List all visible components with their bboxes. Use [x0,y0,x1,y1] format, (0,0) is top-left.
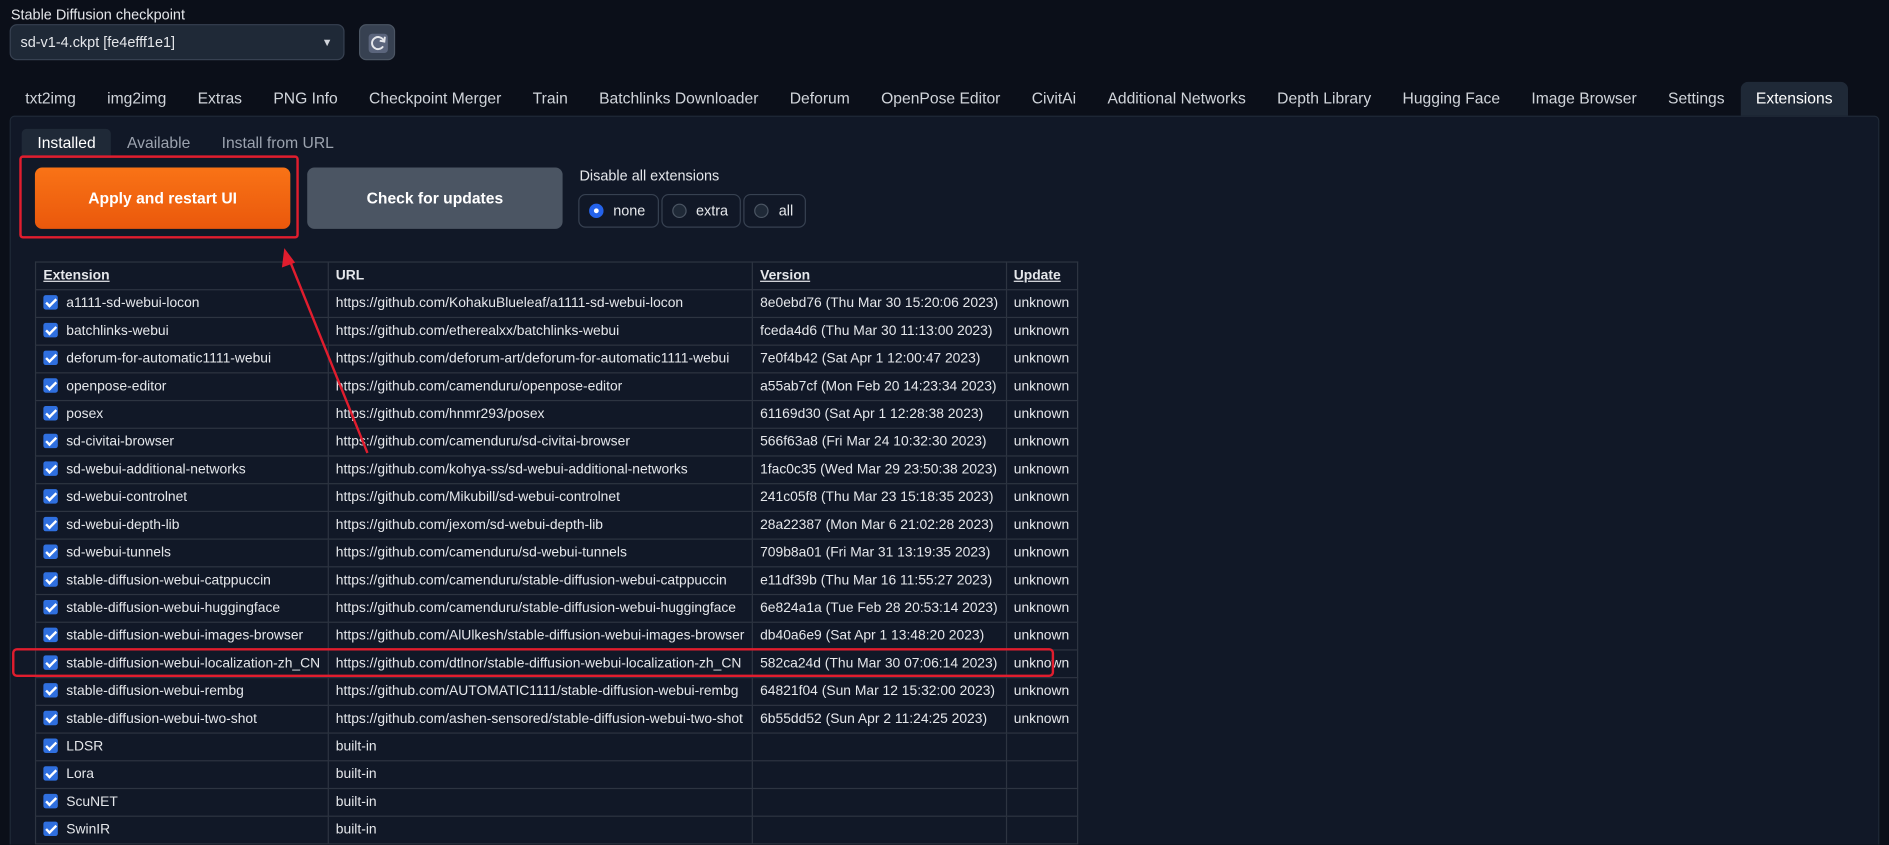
annotation-arrow [281,248,369,454]
app-window: Stable Diffusion checkpoint sd-v1-4.ckpt… [0,0,1889,845]
